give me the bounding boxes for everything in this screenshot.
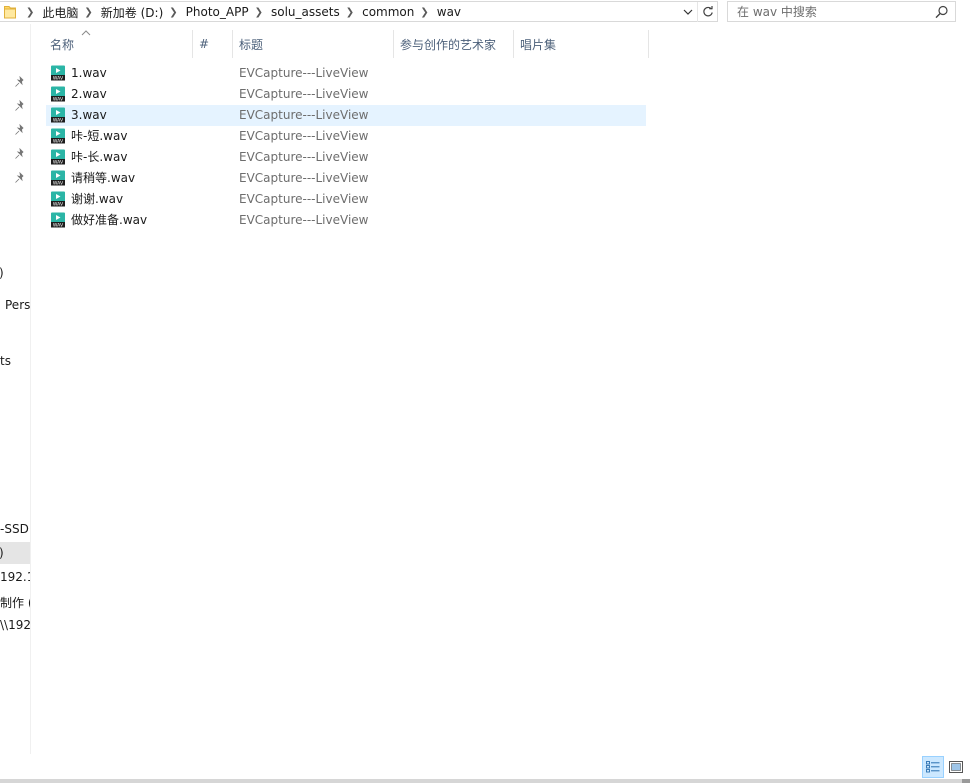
file-title: EVCapture---LiveView — [239, 108, 369, 122]
refresh-icon — [702, 6, 713, 17]
svg-text:WAV: WAV — [53, 159, 64, 165]
breadcrumb-drive-d[interactable]: 新加卷 (D:) — [101, 4, 163, 21]
details-view-button[interactable] — [922, 756, 944, 778]
nav-item-partial[interactable]: -SSD — [0, 522, 29, 536]
nav-item-partial[interactable]: ) — [0, 266, 4, 280]
file-title: EVCapture---LiveView — [239, 66, 369, 80]
svg-text:WAV: WAV — [53, 138, 64, 144]
nav-item-partial[interactable]: 192.1 — [0, 570, 30, 584]
file-title: EVCapture---LiveView — [239, 129, 369, 143]
pin-icon[interactable] — [14, 123, 26, 136]
search-input[interactable] — [728, 2, 928, 21]
chevron-right-icon[interactable]: ❯ — [26, 7, 34, 18]
search-icon[interactable] — [935, 5, 949, 19]
svg-text:WAV: WAV — [53, 75, 64, 81]
file-name: 1.wav — [71, 66, 107, 80]
nav-item-selected-bg — [0, 542, 30, 564]
file-row[interactable]: WAV 咔-长.wav EVCapture---LiveView — [46, 147, 646, 168]
file-title: EVCapture---LiveView — [239, 213, 369, 227]
address-bar-row: ❯ 此电脑 ❯ 新加卷 (D:) ❯ Photo_APP ❯ solu_asse… — [0, 0, 970, 24]
window-bottom-edge — [0, 779, 970, 783]
refresh-button[interactable] — [697, 2, 717, 22]
file-row[interactable]: WAV 咔-短.wav EVCapture---LiveView — [46, 126, 646, 147]
column-header-artist[interactable]: 参与创作的艺术家 — [394, 30, 514, 58]
wav-file-icon: WAV — [50, 191, 66, 207]
chevron-right-icon[interactable]: ❯ — [169, 7, 177, 18]
details-view-icon — [926, 761, 940, 773]
wav-file-icon: WAV — [50, 86, 66, 102]
file-name: 2.wav — [71, 87, 107, 101]
file-name: 咔-长.wav — [71, 150, 128, 164]
svg-text:WAV: WAV — [53, 201, 64, 207]
wav-file-icon: WAV — [50, 128, 66, 144]
nav-item-partial[interactable]: \\192 — [0, 618, 30, 632]
file-row[interactable]: WAV 做好准备.wav EVCapture---LiveView — [46, 210, 646, 231]
file-title: EVCapture---LiveView — [239, 87, 369, 101]
file-row[interactable]: WAV 2.wav EVCapture---LiveView — [46, 84, 646, 105]
pin-icon[interactable] — [14, 147, 26, 160]
chevron-right-icon[interactable]: ❯ — [255, 7, 263, 18]
wav-file-icon: WAV — [50, 149, 66, 165]
column-header-number-label: # — [199, 37, 210, 51]
large-icons-view-icon — [949, 761, 963, 773]
chevron-right-icon[interactable]: ❯ — [420, 7, 428, 18]
wav-file-icon: WAV — [50, 107, 66, 123]
breadcrumb-photo-app[interactable]: Photo_APP — [186, 5, 249, 19]
chevron-right-icon[interactable]: ❯ — [84, 7, 92, 18]
sort-ascending-icon — [81, 26, 91, 36]
column-header-title[interactable]: 标题 — [233, 30, 394, 58]
pin-icon[interactable] — [14, 99, 26, 112]
file-name: 做好准备.wav — [71, 213, 148, 227]
svg-text:WAV: WAV — [53, 180, 64, 186]
navigation-pane[interactable]: ) Pers ts -SSD ) 192.1 制作 (V \\192 — [0, 24, 31, 754]
large-icons-view-button[interactable] — [945, 756, 967, 778]
pin-icon[interactable] — [14, 75, 26, 88]
column-header-title-label: 标题 — [239, 37, 264, 52]
file-name: 咔-短.wav — [71, 129, 128, 143]
address-history-dropdown[interactable] — [681, 4, 695, 20]
folder-icon — [4, 5, 16, 19]
file-title: EVCapture---LiveView — [239, 192, 369, 206]
breadcrumb-wav[interactable]: wav — [437, 5, 461, 19]
file-row[interactable]: WAV 1.wav EVCapture---LiveView — [46, 63, 646, 84]
address-bar[interactable]: ❯ 此电脑 ❯ 新加卷 (D:) ❯ Photo_APP ❯ solu_asse… — [0, 1, 718, 22]
search-box — [727, 1, 956, 22]
nav-item-partial[interactable]: Pers — [5, 298, 30, 312]
nav-item-partial[interactable]: ts — [0, 354, 11, 368]
svg-text:WAV: WAV — [53, 222, 64, 228]
breadcrumb-common[interactable]: common — [362, 5, 414, 19]
pin-icon[interactable] — [14, 171, 26, 184]
file-name: 3.wav — [71, 108, 107, 122]
wav-file-icon: WAV — [50, 65, 66, 81]
breadcrumb-solu-assets[interactable]: solu_assets — [271, 5, 340, 19]
svg-text:WAV: WAV — [53, 96, 64, 102]
chevron-right-icon[interactable]: ❯ — [346, 7, 354, 18]
column-header-name-label: 名称 — [50, 37, 75, 52]
file-name: 谢谢.wav — [71, 192, 124, 206]
column-header-number[interactable]: # — [193, 30, 233, 58]
column-header-name[interactable]: 名称 — [44, 30, 193, 58]
wav-file-icon: WAV — [50, 170, 66, 186]
chevron-down-icon — [683, 9, 693, 15]
nav-item-partial[interactable]: ) — [0, 546, 4, 560]
nav-item-partial[interactable]: 制作 (V — [0, 594, 30, 611]
column-headers: 名称 # 标题 参与创作的艺术家 唱片集 — [31, 30, 651, 58]
file-title: EVCapture---LiveView — [239, 171, 369, 185]
wav-file-icon: WAV — [50, 212, 66, 228]
file-row-selected[interactable]: WAV 3.wav EVCapture---LiveView — [46, 105, 646, 126]
file-row[interactable]: WAV 谢谢.wav EVCapture---LiveView — [46, 189, 646, 210]
resize-grip[interactable] — [962, 779, 970, 783]
column-header-artist-label: 参与创作的艺术家 — [400, 37, 497, 52]
column-header-album[interactable]: 唱片集 — [514, 30, 649, 58]
svg-text:WAV: WAV — [53, 117, 64, 123]
file-name: 请稍等.wav — [71, 171, 136, 185]
breadcrumb: ❯ 此电脑 ❯ 新加卷 (D:) ❯ Photo_APP ❯ solu_asse… — [20, 2, 461, 22]
file-row[interactable]: WAV 请稍等.wav EVCapture---LiveView — [46, 168, 646, 189]
breadcrumb-this-pc[interactable]: 此电脑 — [42, 4, 78, 21]
column-header-album-label: 唱片集 — [520, 37, 557, 52]
file-title: EVCapture---LiveView — [239, 150, 369, 164]
